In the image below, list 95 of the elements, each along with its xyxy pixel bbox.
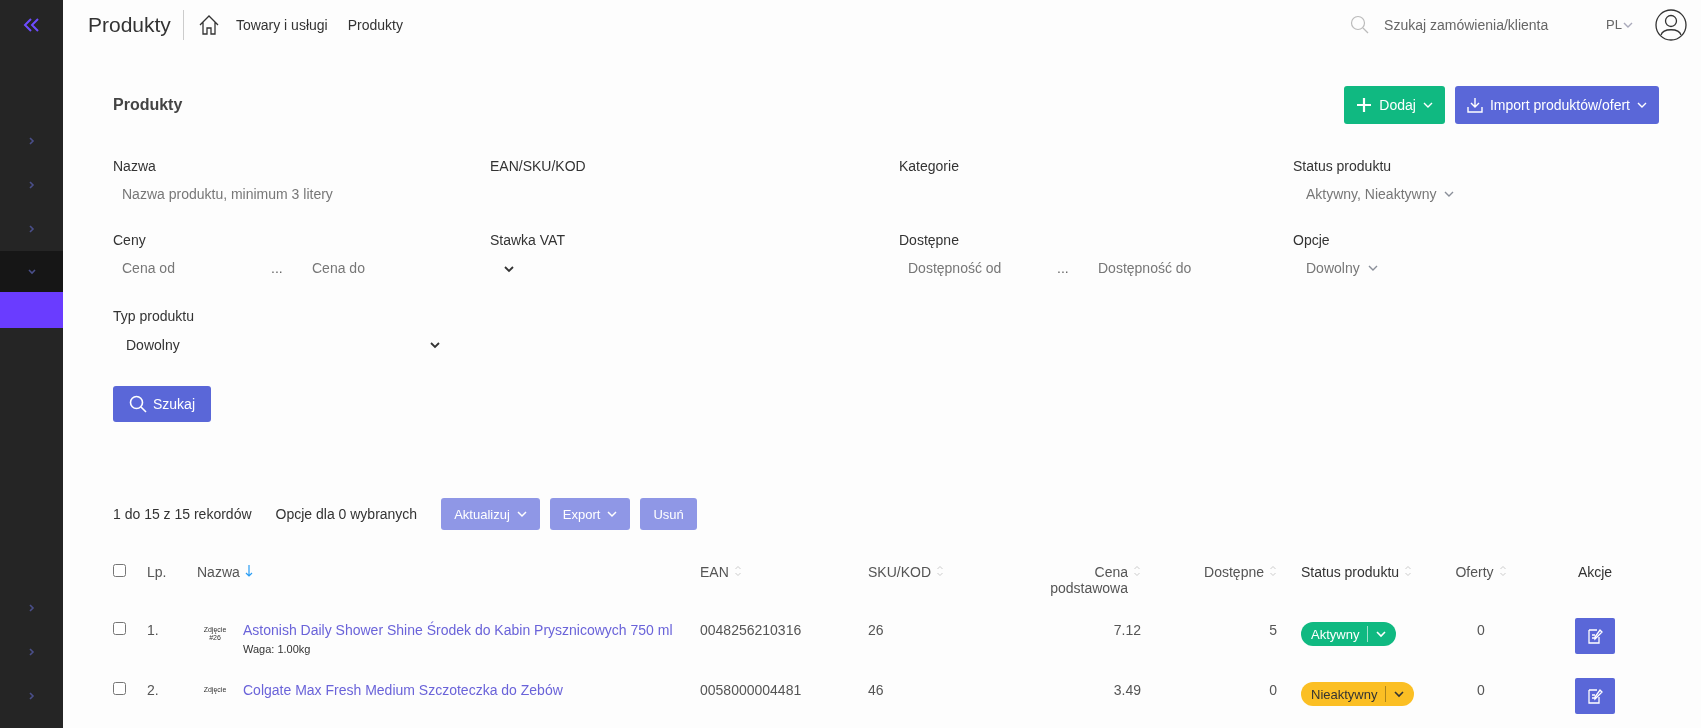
sort-descending-icon[interactable] [244,564,253,578]
text-field[interactable]: Nazwa produktu, minimum 3 litery [113,182,431,206]
edit-icon [1586,627,1604,645]
chevron-down-icon [26,266,37,277]
table-cell: 0058000004481 [700,682,802,698]
filter-label: Stawka VAT [490,232,566,248]
sidebar-item[interactable] [0,251,63,292]
status-dropdown[interactable]: Nieaktywny [1301,682,1415,706]
chevron-down-icon [1444,190,1455,198]
row-number: 2. [147,682,159,698]
table-cell: 3.49 [1113,682,1141,698]
chevron-right-icon [26,136,37,146]
sort-icon[interactable] [733,564,742,578]
chevron-down-icon [607,510,618,518]
edit-button[interactable] [1575,618,1615,654]
table-cell: 26 [868,622,884,638]
download-icon [1466,97,1483,113]
column-header[interactable]: Dostępne [1204,564,1264,580]
chevron-down-icon [1367,264,1378,272]
filter-label: Kategorie [899,158,960,174]
user-avatar-icon[interactable] [1655,8,1687,41]
dropdown[interactable]: Aktywny, Nieaktywny [1293,182,1659,206]
table-cell: 0048256210316 [700,622,802,638]
table-cell: 0 [1269,682,1277,698]
chevron-right-icon [26,647,37,657]
sort-icon[interactable] [1498,564,1507,578]
product-weight: Waga: 1.00kg [243,643,312,655]
select-field[interactable]: Dowolny [113,332,445,358]
search-icon [1350,14,1371,35]
language-selector[interactable]: PL [1606,17,1633,32]
table-cell: 5 [1269,622,1277,638]
chevron-right-icon [26,180,37,190]
breadcrumb-link[interactable]: Towary i usługi [235,16,328,33]
table-cell: 7.12 [1113,622,1141,638]
chevron-right-icon [26,224,37,234]
records-count: 1 do 15 z 15 rekordów [113,506,252,522]
section-title: Produkty [113,96,183,114]
plus-icon [1356,97,1373,113]
import-button[interactable]: Import produktów/ofert [1454,86,1659,124]
range-from-field[interactable]: Cena od [113,256,271,280]
page-title: Produkty [88,12,172,37]
sort-icon[interactable] [1269,564,1277,578]
column-header: Lp. [147,564,167,580]
column-header[interactable]: Oferty [1455,564,1494,580]
table-cell: 0 [1477,682,1485,698]
chevron-right-icon [26,691,37,701]
range-to-field[interactable]: Cena do [303,256,461,280]
search-icon [129,395,147,413]
filter-label: Opcje [1293,232,1331,248]
home-icon[interactable] [197,13,220,36]
column-header: Akcje [1577,564,1613,580]
column-header[interactable]: SKU/KOD [868,564,931,580]
range-separator: ... [271,260,284,276]
collapse-icon[interactable] [21,17,42,33]
sidebar-item[interactable] [0,292,63,328]
dropdown[interactable]: Dowolny [1293,256,1659,280]
row-checkbox[interactable] [113,622,126,635]
edit-button[interactable] [1575,678,1615,714]
filter-label: Status produktu [1293,158,1393,174]
column-header[interactable]: Nazwa [197,564,240,580]
table-cell: 0 [1477,622,1485,638]
filter-label: Ceny [113,232,147,248]
chevron-right-icon [26,603,37,613]
chevron-down-icon [1376,630,1387,638]
chevron-down-icon [1623,20,1633,29]
product-link[interactable]: Astonish Daily Shower Shine Środek do Kabin Prysznicowych 750 ml [243,622,673,638]
select-all-checkbox[interactable] [113,564,126,577]
sort-icon[interactable] [1133,564,1141,578]
chevron-down-icon [516,510,527,518]
edit-icon [1586,687,1604,705]
range-from-field[interactable]: Dostępność od [899,256,1057,280]
filter-label: EAN/SKU/KOD [490,158,587,174]
chevron-down-icon [1422,101,1433,109]
row-number: 1. [147,622,159,638]
search-field[interactable]: Szukaj zamówienia/klienta [1350,14,1577,35]
range-separator: ... [1057,260,1070,276]
column-header[interactable]: Cena podstawowa [1028,564,1128,596]
search-button[interactable]: Szukaj [113,386,212,422]
row-checkbox[interactable] [113,682,126,695]
chevron-down-icon [1394,690,1405,698]
filter-label: Dostępne [899,232,960,248]
column-header[interactable]: Status produktu [1301,564,1400,580]
sort-icon[interactable] [1404,564,1413,578]
selection-info: Opcje dla 0 wybranych [275,506,418,522]
filter-label: Nazwa [113,158,157,174]
breadcrumb-link[interactable]: Produkty [347,16,403,33]
chevron-down-icon [429,341,441,349]
table-cell: 46 [868,682,884,698]
sort-icon[interactable] [936,564,944,578]
column-header[interactable]: EAN [700,564,729,580]
chevron-down-icon [503,265,515,273]
range-to-field[interactable]: Dostępność do [1089,256,1247,280]
product-link[interactable]: Colgate Max Fresh Medium Szczoteczka do Zebów [243,682,563,698]
filter-label: Typ produktu [113,308,195,324]
chevron-down-icon [1637,101,1647,109]
